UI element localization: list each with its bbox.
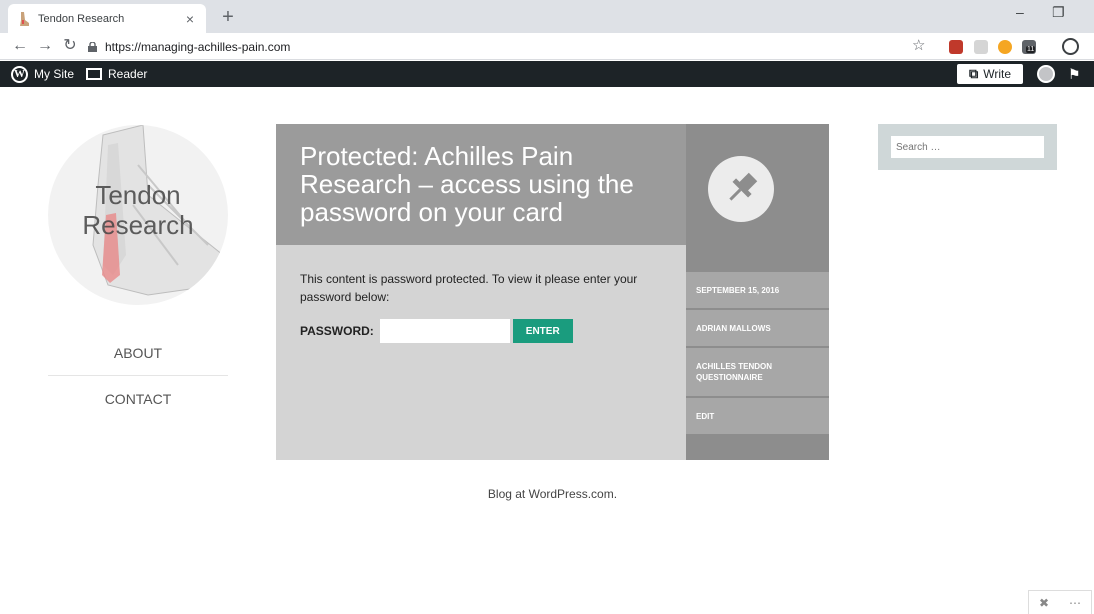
my-site-link[interactable]: W My Site: [11, 61, 74, 87]
write-plus-icon: ⧉: [968, 66, 979, 81]
bookmark-star-icon[interactable]: ☆: [912, 36, 925, 54]
minimize-icon[interactable]: –: [1016, 4, 1024, 20]
enter-button[interactable]: ENTER: [512, 319, 573, 343]
restore-icon[interactable]: ❐: [1052, 4, 1065, 21]
new-tab-button[interactable]: +: [216, 6, 240, 28]
forward-icon[interactable]: →: [35, 36, 55, 56]
post-author-link[interactable]: ADRIAN MALLOWS: [686, 308, 829, 346]
more-options-icon[interactable]: ⋯: [1069, 596, 1081, 610]
write-button[interactable]: ⧉ Write: [957, 64, 1023, 84]
browser-tab[interactable]: Tendon Research ×: [8, 4, 206, 33]
notifications-bell-icon[interactable]: ⚑: [1068, 66, 1081, 83]
password-form: PASSWORD: ENTER: [300, 319, 662, 343]
browser-toolbar: ← → ↻ https://managing-achilles-pain.com…: [0, 33, 1094, 60]
footer-credit-link[interactable]: Blog at WordPress.com.: [0, 487, 1094, 501]
password-label: PASSWORD:: [300, 324, 374, 338]
site-title[interactable]: Tendon Research: [48, 180, 228, 240]
post-date-link[interactable]: SEPTEMBER 15, 2016: [686, 270, 829, 308]
post-card: Protected: Achilles Pain Research – acce…: [276, 124, 829, 460]
reader-icon: [86, 68, 102, 80]
nav-item-about[interactable]: ABOUT: [48, 330, 228, 376]
user-avatar-icon[interactable]: [1037, 65, 1055, 83]
post-body: This content is password protected. To v…: [276, 245, 686, 460]
back-icon[interactable]: ←: [10, 36, 30, 56]
wp-masterbar: W My Site Reader ⧉ Write ⚑: [0, 61, 1094, 87]
post-category-link[interactable]: ACHILLES TENDON QUESTIONNAIRE: [686, 346, 829, 396]
tab-close-icon[interactable]: ×: [182, 11, 198, 27]
wordpress-logo-icon: W: [11, 65, 28, 83]
nav-item-contact[interactable]: CONTACT: [48, 376, 228, 422]
extension-puzzle-icon[interactable]: 11: [1022, 40, 1036, 54]
tools-icon[interactable]: ✖: [1039, 596, 1049, 610]
post-header: Protected: Achilles Pain Research – acce…: [276, 124, 686, 245]
post-title[interactable]: Protected: Achilles Pain Research – acce…: [300, 142, 662, 226]
my-site-label: My Site: [34, 67, 75, 81]
browser-tab-strip: Tendon Research × + – ❐: [0, 0, 1094, 33]
site-title-line2: Research: [82, 210, 194, 240]
reader-label: Reader: [108, 67, 148, 81]
post-format-area: [686, 124, 829, 270]
search-widget: [878, 124, 1057, 170]
extension-red-icon[interactable]: [949, 40, 963, 54]
pushpin-icon: [708, 156, 774, 222]
address-bar[interactable]: https://managing-achilles-pain.com: [88, 36, 946, 57]
extension-orange-icon[interactable]: [998, 40, 1012, 54]
post-edit-link[interactable]: EDIT: [686, 396, 829, 434]
site-title-line1: Tendon: [95, 180, 181, 210]
reload-icon[interactable]: ↻: [60, 36, 80, 56]
password-input[interactable]: [379, 319, 510, 343]
site-favicon-icon: [20, 11, 29, 26]
extension-pdf-icon[interactable]: [974, 40, 988, 54]
extension-badge: 11: [1026, 46, 1036, 53]
customize-widget: ✖ ⋯: [1028, 590, 1092, 614]
site-nav: ABOUT CONTACT: [48, 330, 228, 422]
tab-title: Tendon Research: [38, 12, 125, 25]
reader-link[interactable]: Reader: [86, 61, 147, 87]
url-text: https://managing-achilles-pain.com: [105, 39, 291, 54]
profile-avatar-icon[interactable]: [1062, 38, 1079, 55]
lock-icon: [88, 41, 97, 52]
write-label: Write: [983, 67, 1012, 81]
search-input[interactable]: [891, 136, 1044, 158]
protected-message: This content is password protected. To v…: [300, 272, 638, 304]
post-meta: SEPTEMBER 15, 2016 ADRIAN MALLOWS ACHILL…: [686, 124, 829, 460]
